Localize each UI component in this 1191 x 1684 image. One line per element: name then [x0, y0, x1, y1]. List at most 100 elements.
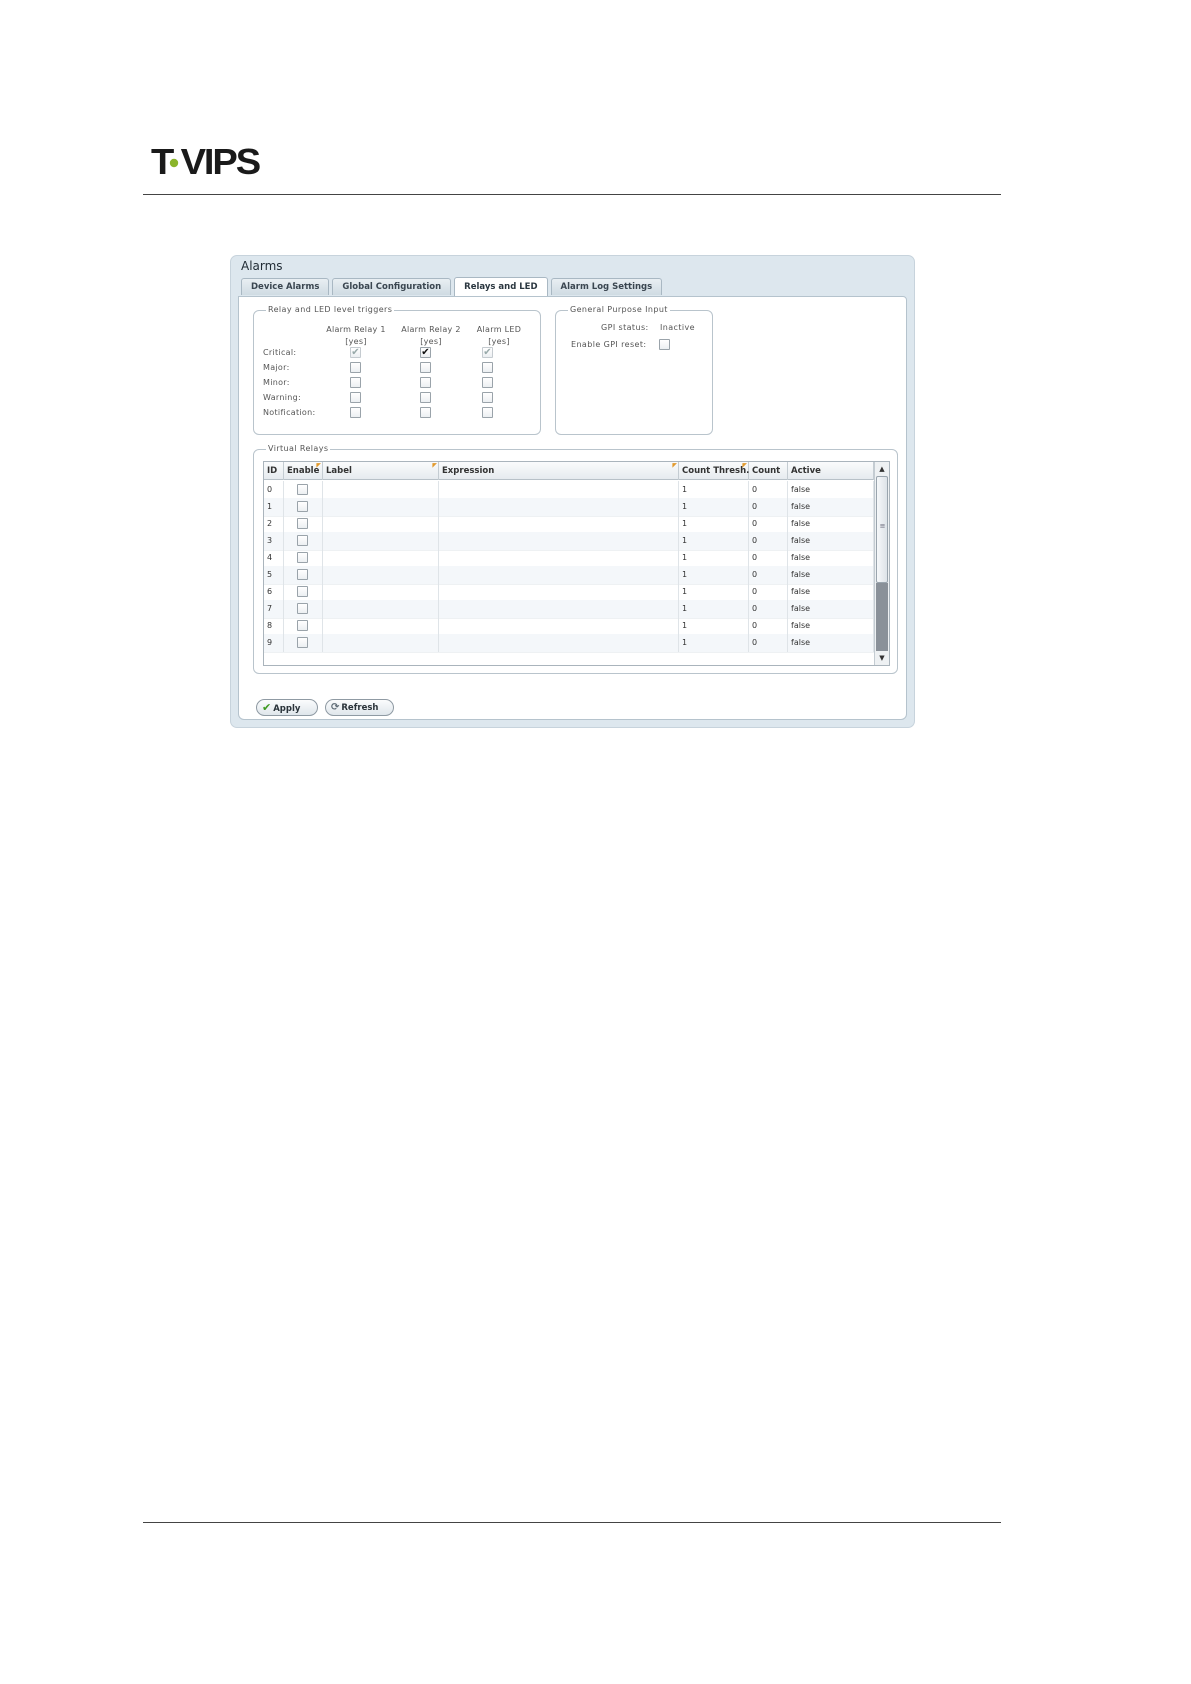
column-header-expression[interactable]: Expression ◤ — [439, 462, 679, 480]
cell-expression[interactable] — [439, 566, 679, 584]
trigger-checkbox[interactable] — [420, 392, 431, 403]
enable-checkbox[interactable] — [297, 603, 308, 614]
tab-global-configuration[interactable]: Global Configuration — [332, 278, 452, 295]
cell-expression[interactable] — [439, 481, 679, 499]
tab-relays-and-led[interactable]: Relays and LED — [454, 277, 548, 296]
apply-button[interactable]: ✔ Apply — [256, 699, 318, 716]
enable-checkbox[interactable] — [297, 637, 308, 648]
column-header-count-thresh[interactable]: Count Thresh. ◤ — [679, 462, 749, 480]
trigger-checkbox[interactable] — [482, 407, 493, 418]
column-header-active[interactable]: Active — [788, 462, 874, 480]
cell-expression[interactable] — [439, 515, 679, 533]
trigger-checkbox[interactable] — [350, 377, 361, 388]
column-header-id[interactable]: ID — [264, 462, 284, 480]
cell-count-thresh[interactable]: 1 — [679, 634, 749, 652]
cell-label[interactable] — [323, 481, 439, 499]
arrow-up-icon[interactable]: ▲ — [876, 463, 888, 475]
tab-device-alarms[interactable]: Device Alarms — [241, 278, 330, 295]
table-row[interactable]: 1 1 0 false — [264, 498, 874, 517]
cell-count-thresh[interactable]: 1 — [679, 600, 749, 618]
cell-label[interactable] — [323, 600, 439, 618]
trigger-checkbox[interactable] — [482, 362, 493, 373]
grid-scrollbar[interactable]: ▲ ≡ ▼ — [874, 462, 889, 665]
gpi-reset-checkbox[interactable] — [659, 339, 670, 350]
enable-checkbox[interactable] — [297, 535, 308, 546]
enable-checkbox[interactable] — [297, 586, 308, 597]
cell-label[interactable] — [323, 532, 439, 550]
table-row[interactable]: 8 1 0 false — [264, 617, 874, 636]
cell-label[interactable] — [323, 634, 439, 652]
table-row[interactable]: 2 1 0 false — [264, 515, 874, 534]
column-header-label: Enable — [287, 466, 320, 476]
cell-label[interactable] — [323, 617, 439, 635]
svg-text:T VIPS: T VIPS — [151, 143, 260, 179]
cell-label[interactable] — [323, 498, 439, 516]
scrollbar-track[interactable] — [876, 583, 888, 651]
scrollbar-thumb[interactable]: ≡ — [876, 476, 888, 583]
trigger-checkbox[interactable] — [350, 362, 361, 373]
table-row[interactable]: 0 1 0 false — [264, 481, 874, 500]
trigger-checkbox[interactable] — [420, 362, 431, 373]
cell-count-thresh[interactable]: 1 — [679, 515, 749, 533]
cell-enable[interactable] — [284, 617, 323, 635]
enable-checkbox[interactable] — [297, 569, 308, 580]
cell-label[interactable] — [323, 549, 439, 567]
cell-expression[interactable] — [439, 549, 679, 567]
table-row[interactable]: 9 1 0 false — [264, 634, 874, 653]
cell-count: 0 — [749, 515, 788, 533]
cell-count-thresh[interactable]: 1 — [679, 498, 749, 516]
trigger-checkbox[interactable] — [482, 392, 493, 403]
arrow-down-icon[interactable]: ▼ — [876, 652, 888, 664]
cell-enable[interactable] — [284, 515, 323, 533]
table-row[interactable]: 6 1 0 false — [264, 583, 874, 602]
cell-expression[interactable] — [439, 498, 679, 516]
enable-checkbox[interactable] — [297, 484, 308, 495]
cell-count-thresh[interactable]: 1 — [679, 566, 749, 584]
cell-expression[interactable] — [439, 600, 679, 618]
column-header-enable[interactable]: Enable ◤ — [284, 462, 323, 480]
trigger-checkbox[interactable] — [350, 392, 361, 403]
cell-label[interactable] — [323, 515, 439, 533]
cell-expression[interactable] — [439, 617, 679, 635]
table-row[interactable]: 7 1 0 false — [264, 600, 874, 619]
trigger-checkbox[interactable] — [482, 377, 493, 388]
cell-enable[interactable] — [284, 532, 323, 550]
cell-id: 7 — [264, 600, 284, 618]
cell-label[interactable] — [323, 566, 439, 584]
column-header-label: Count — [752, 466, 781, 476]
table-row[interactable]: 4 1 0 false — [264, 549, 874, 568]
cell-enable[interactable] — [284, 583, 323, 601]
refresh-button[interactable]: ⟳ Refresh — [325, 699, 394, 716]
enable-checkbox[interactable] — [297, 501, 308, 512]
cell-count-thresh[interactable]: 1 — [679, 583, 749, 601]
cell-count-thresh[interactable]: 1 — [679, 481, 749, 499]
cell-expression[interactable] — [439, 532, 679, 550]
trigger-checkbox[interactable] — [420, 377, 431, 388]
cell-enable[interactable] — [284, 549, 323, 567]
trigger-checkbox[interactable] — [350, 407, 361, 418]
enable-checkbox[interactable] — [297, 552, 308, 563]
cell-enable[interactable] — [284, 498, 323, 516]
cell-enable[interactable] — [284, 566, 323, 584]
column-header-count[interactable]: Count — [749, 462, 788, 480]
table-row[interactable]: 3 1 0 false — [264, 532, 874, 551]
column-header-alarm-led: Alarm LED [yes] — [476, 325, 522, 346]
trigger-checkbox[interactable]: ✔ — [420, 347, 431, 358]
enable-checkbox[interactable] — [297, 518, 308, 529]
cell-count-thresh[interactable]: 1 — [679, 532, 749, 550]
cell-expression[interactable] — [439, 583, 679, 601]
cell-active: false — [788, 617, 874, 635]
cell-label[interactable] — [323, 583, 439, 601]
tab-alarm-log-settings[interactable]: Alarm Log Settings — [550, 278, 663, 295]
trigger-checkbox[interactable] — [420, 407, 431, 418]
cell-enable[interactable] — [284, 634, 323, 652]
cell-count-thresh[interactable]: 1 — [679, 549, 749, 567]
cell-enable[interactable] — [284, 481, 323, 499]
cell-count-thresh[interactable]: 1 — [679, 617, 749, 635]
column-header-label[interactable]: Label ◤ — [323, 462, 439, 480]
table-row[interactable]: 5 1 0 false — [264, 566, 874, 585]
cell-count: 0 — [749, 600, 788, 618]
cell-enable[interactable] — [284, 600, 323, 618]
enable-checkbox[interactable] — [297, 620, 308, 631]
cell-expression[interactable] — [439, 634, 679, 652]
